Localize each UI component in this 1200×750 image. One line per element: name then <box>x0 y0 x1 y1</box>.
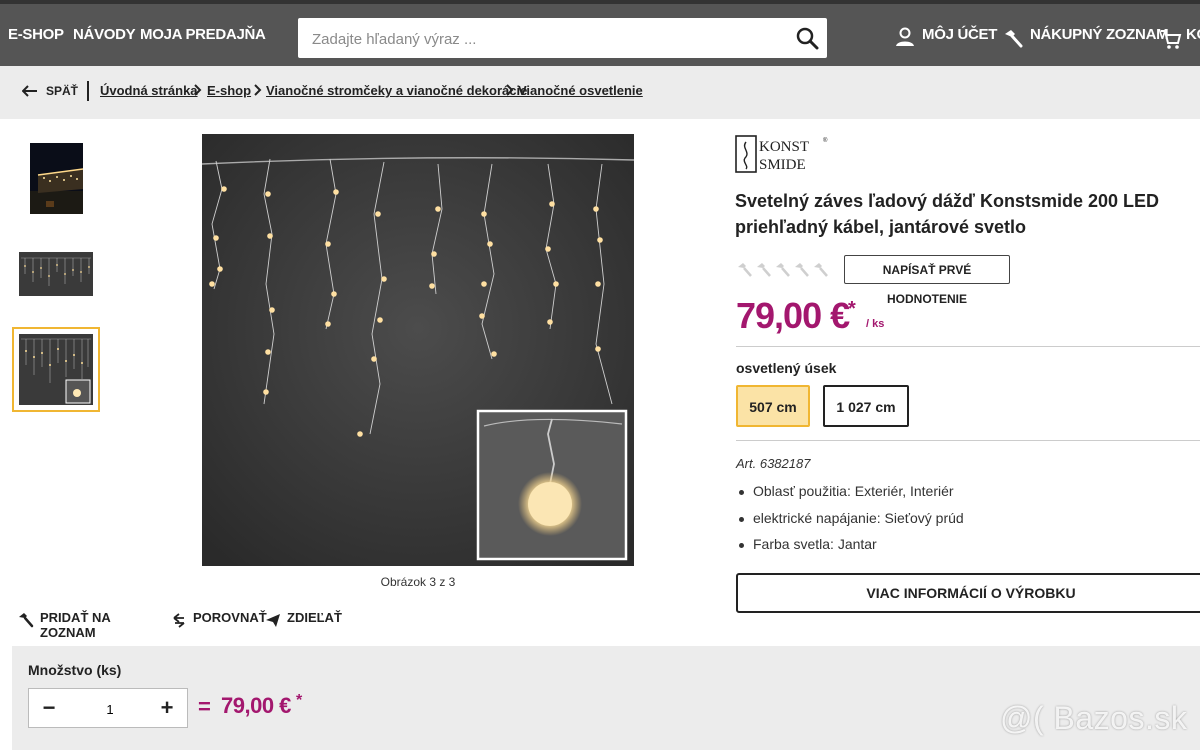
product-image[interactable] <box>202 134 634 566</box>
increase-quantity-button[interactable]: + <box>147 689 187 727</box>
search-icon[interactable] <box>795 26 819 50</box>
hammer-icon <box>1005 30 1023 48</box>
chevron-right-icon <box>254 84 262 96</box>
breadcrumb-item-lighting[interactable]: Vianočné osvetlenie <box>518 83 643 98</box>
svg-text:SMIDE: SMIDE <box>759 157 806 173</box>
search-box <box>298 18 827 60</box>
chevron-right-icon <box>194 84 202 96</box>
svg-text:®: ® <box>823 137 828 144</box>
product-title: Svetelný záves ľadový dážď Konstsmide 20… <box>735 191 1160 237</box>
compare-icon <box>173 613 185 628</box>
breadcrumb-item-home[interactable]: Úvodná stránka <box>100 83 198 98</box>
arrow-left-icon <box>22 85 37 97</box>
quantity-stepper: − + <box>28 688 188 729</box>
rating-stars <box>738 263 828 277</box>
shopping-list-link[interactable]: NÁKUPNÝ ZOZNAM <box>1030 26 1169 43</box>
thumbnail-3-selected[interactable] <box>12 327 100 412</box>
feature-list: Oblasť použitia: Exteriér, Interiér elek… <box>736 483 964 563</box>
hammer-icon <box>19 613 34 628</box>
total-price: 79,00 € <box>221 693 291 718</box>
feature-item: elektrické napájanie: Sieťový prúd <box>736 510 964 537</box>
variant-option[interactable]: 1 027 cm <box>823 385 909 427</box>
cart-link[interactable]: KO <box>1186 26 1200 43</box>
feature-item: Farba svetla: Jantar <box>736 536 964 563</box>
chevron-right-icon <box>506 84 514 96</box>
quantity-label: Množstvo (ks) <box>28 662 122 678</box>
thumbnail-1[interactable] <box>30 143 83 214</box>
variant-option-selected[interactable]: 507 cm <box>736 385 810 427</box>
back-link[interactable]: SPÄŤ <box>46 84 78 98</box>
divider <box>736 346 1200 347</box>
nav-item-moja-predajna[interactable]: MOJA PREDAJŇA <box>140 26 266 43</box>
breadcrumb-item-christmas[interactable]: Vianočné stromčeky a vianočné dekorácie <box>266 83 527 98</box>
equals-sign: = <box>198 694 211 719</box>
nav-item-eshop[interactable]: E-SHOP <box>8 26 64 43</box>
total-price-asterisk: * <box>296 692 303 709</box>
top-navigation: E-SHOP NÁVODY MOJA PREDAJŇA MÔJ ÚČET NÁK… <box>0 0 1200 66</box>
divider <box>736 440 1200 441</box>
variant-label: osvetlený úsek <box>736 360 837 376</box>
price-asterisk: * <box>848 298 856 320</box>
add-to-list-label: PRIDAŤ NA ZOZNAM <box>40 610 111 640</box>
brand-logo: KONST SMIDE ® <box>735 135 828 173</box>
nav-item-navody[interactable]: NÁVODY <box>73 26 136 43</box>
watermark: @( Bazos.sk <box>1000 700 1188 736</box>
thumbnail-2[interactable] <box>19 252 93 296</box>
share-label: ZDIEĽAŤ <box>287 610 342 625</box>
price-unit: / ks <box>866 318 885 330</box>
more-info-button[interactable]: VIAC INFORMÁCIÍ O VÝROBKU <box>736 573 1200 613</box>
decrease-quantity-button[interactable]: − <box>29 689 69 727</box>
write-review-button[interactable]: NAPÍSAŤ PRVÉ HODNOTENIE <box>844 255 1010 306</box>
article-number: Art. 6382187 <box>736 456 811 471</box>
user-icon <box>896 27 914 46</box>
compare-label: POROVNAŤ <box>193 610 267 625</box>
price: 79,00 € <box>736 295 850 336</box>
search-input[interactable] <box>310 18 774 60</box>
share-icon <box>266 614 280 627</box>
breadcrumb: SPÄŤ Úvodná stránka E-shop Vianočné stro… <box>0 66 1200 119</box>
cart-icon <box>1161 30 1182 49</box>
feature-item: Oblasť použitia: Exteriér, Interiér <box>736 483 964 510</box>
svg-text:KONST: KONST <box>759 139 809 155</box>
account-link[interactable]: MÔJ ÚČET <box>922 26 997 43</box>
breadcrumb-item-eshop[interactable]: E-shop <box>207 83 251 98</box>
breadcrumb-divider <box>87 81 89 101</box>
image-caption: Obrázok 3 z 3 <box>380 575 456 589</box>
quantity-input[interactable] <box>69 689 151 729</box>
